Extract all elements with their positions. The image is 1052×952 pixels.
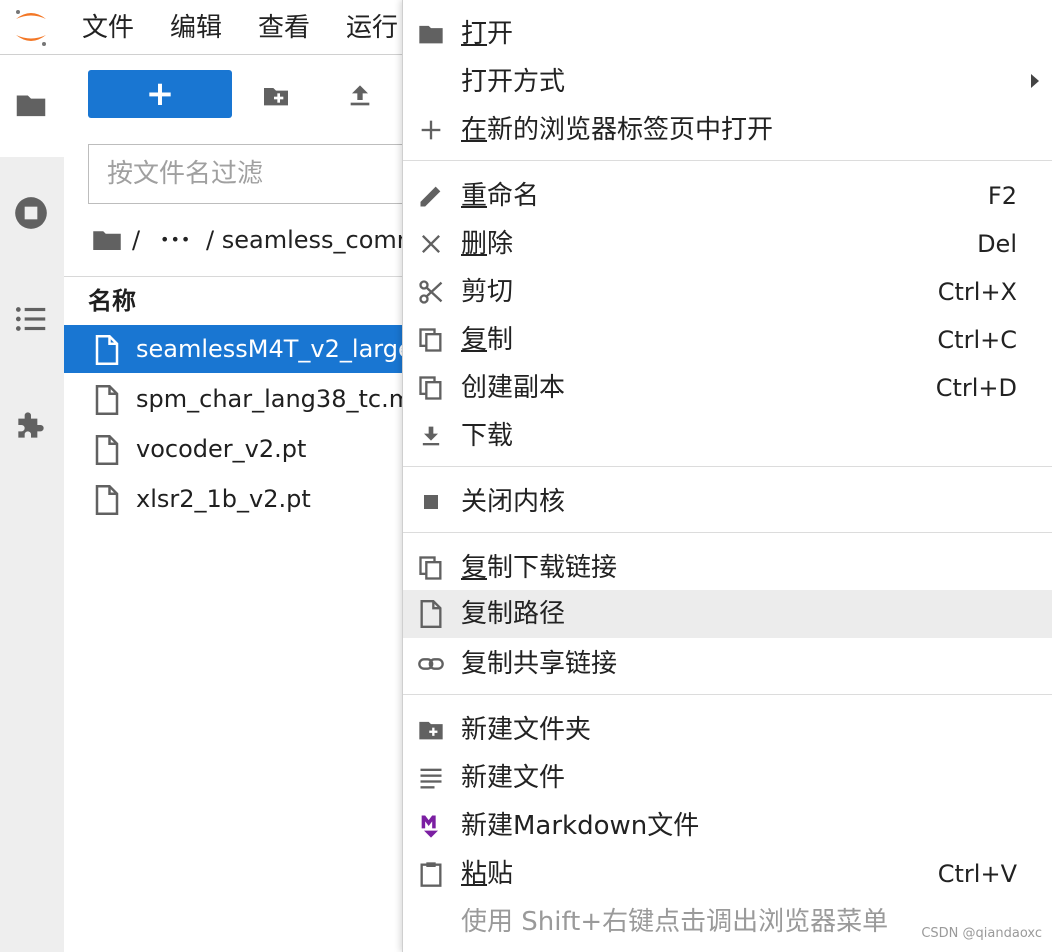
new-launcher-button[interactable]: + <box>88 70 232 118</box>
download-icon <box>422 426 440 446</box>
breadcrumb-folder-icon[interactable] <box>92 227 122 253</box>
file-icon <box>420 600 442 628</box>
menu-item-shutdown-kernel[interactable]: 关闭内核 <box>403 478 1052 526</box>
new-launcher-label: + <box>145 74 175 114</box>
shortcut-label: Ctrl+D <box>935 374 1017 402</box>
menu-edit[interactable]: 编辑 <box>170 10 222 46</box>
filter-placeholder: 按文件名过滤 <box>107 159 264 189</box>
stop-square-icon <box>424 495 438 509</box>
file-name: xlsr2_1b_v2.pt <box>136 485 311 513</box>
menu-item-paste[interactable]: 粘贴 Ctrl+V <box>403 850 1052 898</box>
menu-view[interactable]: 查看 <box>258 10 310 46</box>
file-icon <box>95 485 119 515</box>
close-icon <box>422 235 440 253</box>
file-name: seamlessM4T_v2_large.pt <box>136 335 404 363</box>
copy-icon <box>419 376 442 400</box>
menu-separator <box>403 532 1052 533</box>
file-row[interactable]: seamlessM4T_v2_large.pt <box>64 325 404 373</box>
menu-item-duplicate[interactable]: 创建副本 Ctrl+D <box>403 364 1052 412</box>
folder-icon[interactable] <box>12 86 50 124</box>
filter-input[interactable]: 按文件名过滤 <box>88 144 418 204</box>
shortcut-label: Ctrl+C <box>937 326 1017 354</box>
scissors-icon <box>419 280 443 304</box>
extension-puzzle-icon[interactable] <box>12 406 50 444</box>
breadcrumb-path[interactable]: / seamless_comm <box>206 222 420 258</box>
file-name: spm_char_lang38_tc.model <box>136 385 404 413</box>
menu-item-open-with[interactable]: 打开方式 <box>403 58 1052 106</box>
clipboard-icon <box>420 862 442 887</box>
file-icon <box>95 335 119 365</box>
submenu-arrow-icon <box>1031 74 1039 88</box>
file-name: vocoder_v2.pt <box>136 435 307 463</box>
menu-item-open[interactable]: 打开 <box>403 10 1052 58</box>
menu-item-delete[interactable]: 删除 Del <box>403 220 1052 268</box>
link-icon <box>418 658 444 670</box>
menu-separator <box>403 160 1052 161</box>
menu-item-cut[interactable]: 剪切 Ctrl+X <box>403 268 1052 316</box>
menu-item-open-in-new-tab[interactable]: 在新的浏览器标签页中打开 <box>403 106 1052 154</box>
context-menu: 打开 打开方式 在新的浏览器标签页中打开 重命名 F2 删除 Del 剪切 Ct… <box>402 0 1052 952</box>
activity-bar <box>0 55 65 952</box>
file-row[interactable]: spm_char_lang38_tc.model <box>64 375 404 423</box>
text-lines-icon <box>420 768 442 789</box>
file-icon <box>95 385 119 415</box>
watermark: CSDN @qiandaoxc <box>921 926 1042 941</box>
new-folder-icon <box>419 721 443 740</box>
breadcrumb-ellipsis[interactable]: ••• <box>160 222 191 258</box>
menu-item-copy[interactable]: 复制 Ctrl+C <box>403 316 1052 364</box>
file-icon <box>95 435 119 465</box>
menu-item-copy-path[interactable]: 复制路径 <box>403 590 1052 638</box>
menu-item-copy-download-link[interactable]: 复制下载链接 <box>403 544 1052 592</box>
file-row[interactable]: vocoder_v2.pt <box>64 425 404 473</box>
menu-run[interactable]: 运行 <box>346 10 398 46</box>
breadcrumb-root[interactable]: / <box>132 222 140 258</box>
menu-item-copy-shareable-link[interactable]: 复制共享链接 <box>403 640 1052 688</box>
folder-icon <box>419 25 443 44</box>
running-stop-icon[interactable] <box>12 194 50 232</box>
menu-separator <box>403 466 1052 467</box>
menu-item-new-markdown[interactable]: 新建Markdown文件 <box>403 802 1052 850</box>
file-list-header[interactable]: 名称 <box>64 276 404 325</box>
upload-icon[interactable] <box>344 80 376 112</box>
menu-item-new-file[interactable]: 新建文件 <box>403 754 1052 802</box>
copy-icon <box>419 328 442 352</box>
pencil-icon <box>420 186 441 207</box>
table-of-contents-icon[interactable] <box>12 300 50 338</box>
jupyter-logo-icon[interactable] <box>10 3 52 51</box>
menu-item-download[interactable]: 下载 <box>403 412 1052 460</box>
shortcut-label: Ctrl+X <box>937 278 1017 306</box>
shortcut-label: Del <box>977 230 1017 258</box>
menu-item-rename[interactable]: 重命名 F2 <box>403 172 1052 220</box>
menu-item-new-folder[interactable]: 新建文件夹 <box>403 706 1052 754</box>
plus-icon <box>421 120 441 140</box>
file-row[interactable]: xlsr2_1b_v2.pt <box>64 475 404 523</box>
markdown-icon <box>421 815 438 838</box>
shortcut-label: Ctrl+V <box>937 860 1017 888</box>
menu-separator <box>403 694 1052 695</box>
shortcut-label: F2 <box>987 182 1017 210</box>
copy-icon <box>419 556 442 580</box>
column-name-header[interactable]: 名称 <box>88 285 136 317</box>
menu-file[interactable]: 文件 <box>82 10 134 46</box>
new-folder-icon[interactable] <box>260 80 292 112</box>
